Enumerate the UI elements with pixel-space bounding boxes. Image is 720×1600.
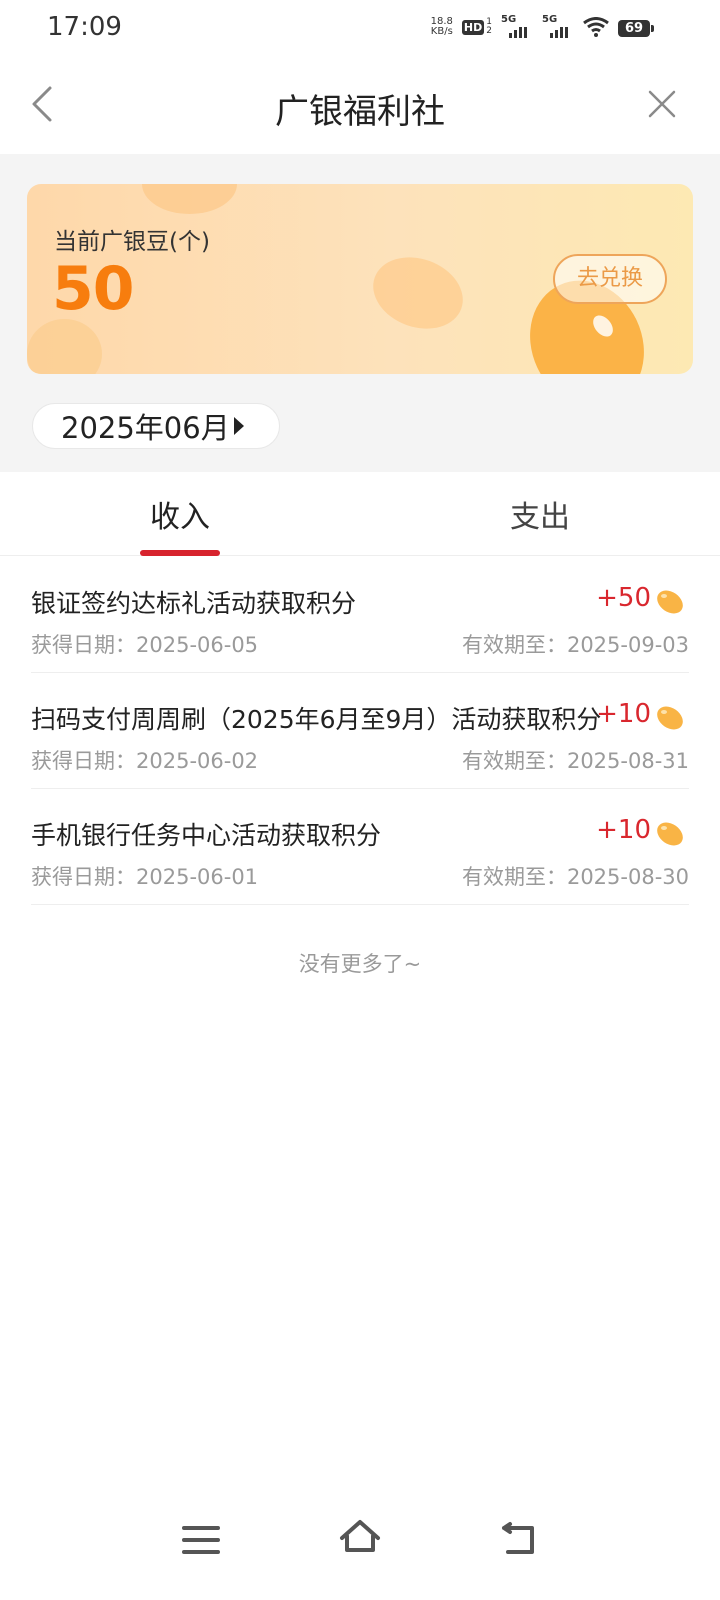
month-label: 2025年06月 — [61, 411, 230, 445]
page-title: 广银福利社 — [275, 92, 445, 132]
record-expiry: 有效期至：2025-08-31 — [461, 749, 689, 773]
caret-right-icon — [233, 417, 244, 435]
home-icon[interactable] — [338, 1516, 382, 1556]
status-time: 17:09 — [47, 12, 122, 42]
record-points: +10 — [596, 815, 651, 845]
record-expiry: 有效期至：2025-08-30 — [461, 865, 689, 889]
wifi-icon — [583, 17, 609, 37]
battery-icon: 69 — [618, 20, 654, 37]
record-expiry: 有效期至：2025-09-03 — [461, 633, 689, 657]
tab-active-indicator — [140, 550, 220, 556]
system-nav-bar — [0, 1510, 720, 1600]
signal-icon: 5G — [501, 14, 533, 38]
bean-decoration — [142, 184, 237, 214]
record-points: +10 — [596, 699, 651, 729]
record-date: 获得日期：2025-06-01 — [31, 865, 259, 889]
balance-label: 当前广银豆(个) — [54, 229, 210, 255]
menu-icon[interactable] — [180, 1520, 222, 1560]
close-button[interactable] — [644, 86, 680, 122]
back-icon[interactable] — [500, 1518, 540, 1558]
battery-level: 69 — [618, 20, 654, 37]
tab-income[interactable]: 收入 — [150, 492, 210, 536]
balance-value: 50 — [52, 254, 134, 324]
network-speed-unit: KB/s — [430, 26, 453, 37]
list-item[interactable]: 手机银行任务中心活动获取积分 +10 获得日期：2025-06-01 有效期至：… — [31, 789, 689, 905]
record-date: 获得日期：2025-06-05 — [31, 633, 259, 657]
hd-icon: HD 12 — [461, 17, 492, 36]
summary-section: 当前广银豆(个) 50 去兑换 2025年06月 — [0, 154, 720, 472]
record-title: 银证签约达标礼活动获取积分 — [31, 589, 357, 618]
list-item[interactable]: 扫码支付周周刷（2025年6月至9月）活动获取积分 +10 获得日期：2025-… — [31, 673, 689, 789]
tab-bar: 收入 支出 — [0, 472, 720, 556]
no-more-text: 没有更多了~ — [298, 952, 422, 976]
tab-expense[interactable]: 支出 — [510, 492, 570, 536]
bean-icon — [657, 706, 683, 730]
records-list: 银证签约达标礼活动获取积分 +50 获得日期：2025-06-05 有效期至：2… — [0, 557, 720, 905]
bean-icon — [657, 822, 683, 846]
top-nav: 广银福利社 — [0, 56, 720, 154]
status-bar: 17:09 18.8 KB/s HD 12 5G 5G 69 — [0, 0, 720, 56]
bean-decoration — [363, 245, 473, 341]
record-points: +50 — [596, 583, 651, 613]
signal-icon: 5G — [542, 14, 574, 38]
network-speed: 18.8 KB/s — [431, 17, 453, 37]
close-icon — [648, 90, 676, 118]
list-item[interactable]: 银证签约达标礼活动获取积分 +50 获得日期：2025-06-05 有效期至：2… — [31, 557, 689, 673]
bean-decoration — [27, 319, 102, 374]
sim2-label: 5G — [542, 14, 558, 25]
balance-card: 当前广银豆(个) 50 去兑换 — [27, 184, 693, 374]
month-selector[interactable]: 2025年06月 — [32, 403, 280, 449]
sim1-label: 5G — [501, 14, 517, 25]
record-title: 扫码支付周周刷（2025年6月至9月）活动获取积分 — [31, 705, 602, 734]
record-date: 获得日期：2025-06-02 — [31, 749, 259, 773]
exchange-button[interactable]: 去兑换 — [553, 254, 667, 304]
hd-sub: 12 — [486, 17, 492, 36]
bean-icon — [657, 590, 683, 614]
hd-label: HD — [461, 19, 485, 35]
record-title: 手机银行任务中心活动获取积分 — [31, 821, 382, 850]
